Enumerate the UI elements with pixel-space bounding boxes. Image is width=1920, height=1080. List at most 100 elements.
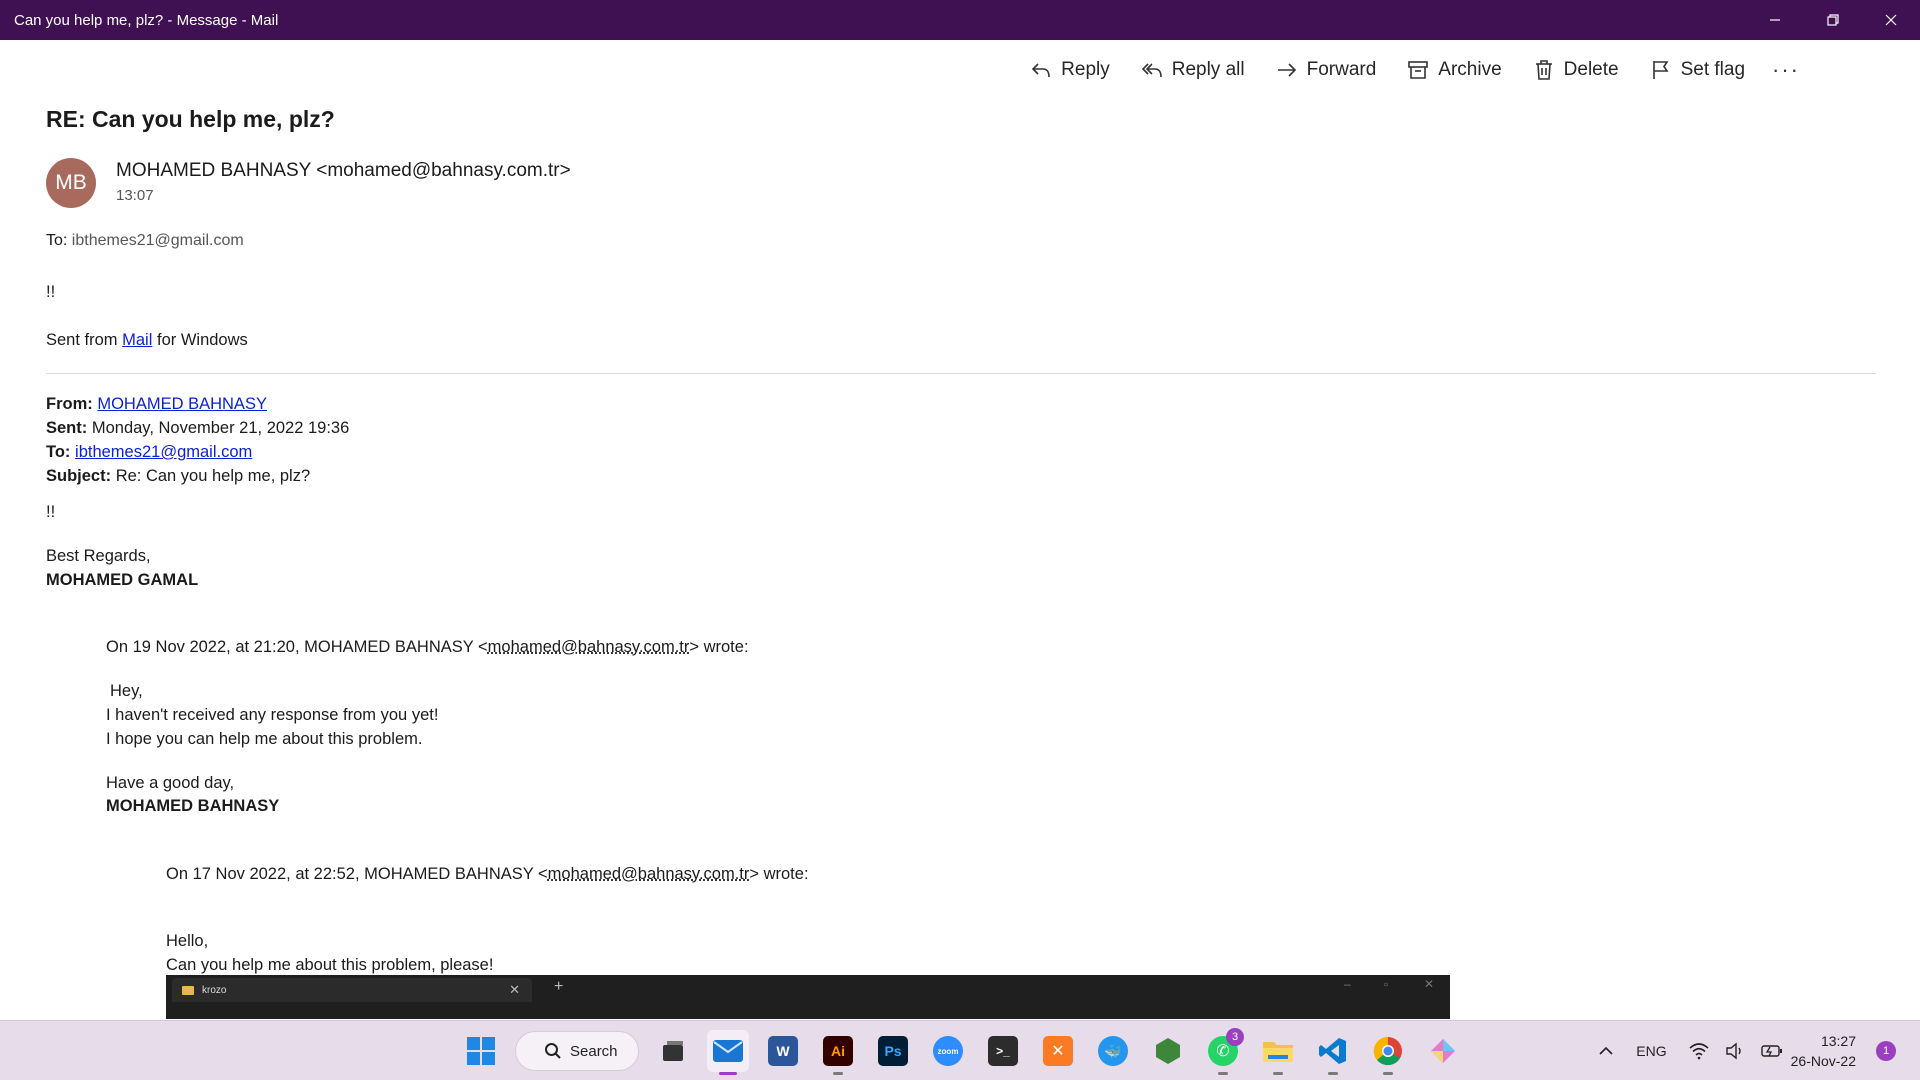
docker-icon: 🐳 — [1098, 1036, 1128, 1066]
sender-name[interactable]: MOHAMED BAHNASY <mohamed@bahnasy.com.tr> — [116, 160, 571, 182]
active-indicator — [719, 1072, 737, 1075]
more-actions-button[interactable]: ··· — [1760, 52, 1812, 88]
mail-app[interactable] — [707, 1030, 749, 1072]
archive-button[interactable]: Archive — [1391, 52, 1516, 88]
quote-email-link[interactable]: mohamed@bahnasy.com.tr — [548, 865, 750, 883]
flag-icon — [1649, 58, 1673, 82]
search-label: Search — [570, 1043, 618, 1060]
volume-button[interactable] — [1717, 1042, 1753, 1060]
show-hidden-icons-button[interactable] — [1590, 1043, 1622, 1059]
illustrator-app[interactable]: Ai — [817, 1030, 859, 1072]
subject-value: Re: Can you help me, plz? — [116, 467, 310, 485]
embedded-tab-label: krozo — [202, 985, 226, 996]
running-indicator — [1273, 1072, 1283, 1075]
running-indicator — [1383, 1072, 1393, 1075]
close-icon: ✕ — [509, 982, 520, 998]
forward-label: Forward — [1307, 59, 1377, 81]
divider — [46, 373, 1876, 374]
mail-icon — [712, 1037, 744, 1065]
word-app[interactable]: W — [762, 1030, 804, 1072]
body-line: Hello, — [166, 929, 208, 953]
reply-icon — [1029, 58, 1053, 82]
archive-label: Archive — [1438, 59, 1501, 81]
quote-header-suffix: > wrote: — [689, 638, 748, 656]
delete-button[interactable]: Delete — [1517, 52, 1634, 88]
language-indicator[interactable]: ENG — [1622, 1043, 1680, 1059]
chrome-app[interactable] — [1367, 1030, 1409, 1072]
diamond-icon — [1428, 1036, 1458, 1066]
quote-email-link[interactable]: mohamed@bahnasy.com.tr — [488, 638, 690, 656]
terminal-app[interactable]: >_ — [982, 1030, 1024, 1072]
restore-icon: ▫ — [1384, 977, 1388, 991]
body-line: !! — [46, 280, 55, 304]
whatsapp-app[interactable]: ✆ 3 — [1202, 1030, 1244, 1072]
reply-label: Reply — [1061, 59, 1110, 81]
restore-icon — [1826, 13, 1840, 27]
gitkraken-app[interactable] — [1422, 1030, 1464, 1072]
from-label: From: — [46, 395, 93, 413]
vscode-app[interactable] — [1312, 1030, 1354, 1072]
reply-all-button[interactable]: Reply all — [1125, 52, 1260, 88]
close-icon — [1884, 13, 1898, 27]
signature: MOHAMED GAMAL — [46, 568, 198, 592]
reply-button[interactable]: Reply — [1014, 52, 1125, 88]
reply-all-icon — [1140, 58, 1164, 82]
zoom-app[interactable]: zoom — [927, 1030, 969, 1072]
xampp-app[interactable]: ✕ — [1037, 1030, 1079, 1072]
illustrator-icon: Ai — [823, 1036, 853, 1066]
photoshop-app[interactable]: Ps — [872, 1030, 914, 1072]
quoted-from-line: From: MOHAMED BAHNASY — [46, 392, 267, 416]
delete-label: Delete — [1564, 59, 1619, 81]
set-flag-label: Set flag — [1681, 59, 1745, 81]
clock-date: 26-Nov-22 — [1791, 1051, 1856, 1071]
restore-button[interactable] — [1804, 0, 1862, 40]
task-view-button[interactable] — [652, 1030, 694, 1072]
taskbar-search[interactable]: Search — [515, 1031, 639, 1071]
recipient-line: To: ibthemes21@gmail.com — [46, 232, 244, 250]
set-flag-button[interactable]: Set flag — [1634, 52, 1760, 88]
task-view-icon — [659, 1037, 687, 1065]
sent-from-line: Sent from Mail for Windows — [46, 328, 248, 352]
recipient-address[interactable]: ibthemes21@gmail.com — [72, 232, 244, 249]
quoted-to-line: To: ibthemes21@gmail.com — [46, 440, 252, 464]
forward-button[interactable]: Forward — [1260, 52, 1392, 88]
window-title: Can you help me, plz? - Message - Mail — [0, 12, 1746, 29]
running-indicator — [833, 1072, 843, 1075]
search-icon — [544, 1042, 562, 1060]
from-link[interactable]: MOHAMED BAHNASY — [97, 395, 267, 413]
clock[interactable]: 13:27 26-Nov-22 — [1791, 1031, 1870, 1071]
body-line: Best Regards, — [46, 544, 151, 568]
wifi-button[interactable] — [1681, 1042, 1717, 1060]
xampp-icon: ✕ — [1043, 1036, 1073, 1066]
minimize-icon: – — [1344, 977, 1351, 991]
vscode-icon — [1318, 1036, 1348, 1066]
notification-center-badge[interactable]: 1 — [1876, 1041, 1896, 1061]
sent-value: Monday, November 21, 2022 19:36 — [92, 419, 349, 437]
minimize-button[interactable] — [1746, 0, 1804, 40]
mail-link[interactable]: Mail — [122, 331, 152, 349]
docker-app[interactable]: 🐳 — [1092, 1030, 1134, 1072]
node-app[interactable] — [1147, 1030, 1189, 1072]
message-toolbar: Reply Reply all Forward Archive Delete S… — [1014, 52, 1812, 88]
avatar: MB — [46, 158, 96, 208]
forward-arrow-icon — [1275, 58, 1299, 82]
subject-label: Subject: — [46, 467, 111, 485]
body-line: !! — [46, 500, 55, 524]
minimize-icon — [1768, 13, 1782, 27]
to-link[interactable]: ibthemes21@gmail.com — [75, 443, 252, 461]
close-icon: ✕ — [1424, 977, 1434, 991]
body-line: Have a good day, — [106, 771, 234, 795]
title-bar: Can you help me, plz? - Message - Mail — [0, 0, 1920, 40]
quote-header: On 19 Nov 2022, at 21:20, MOHAMED BAHNAS… — [106, 635, 749, 659]
terminal-icon: >_ — [988, 1036, 1018, 1066]
file-explorer-app[interactable] — [1257, 1030, 1299, 1072]
quote-header: On 17 Nov 2022, at 22:52, MOHAMED BAHNAS… — [166, 862, 809, 886]
folder-icon — [1262, 1037, 1294, 1065]
quoted-sent-line: Sent: Monday, November 21, 2022 19:36 — [46, 416, 349, 440]
battery-button[interactable] — [1753, 1043, 1791, 1059]
start-button[interactable] — [460, 1030, 502, 1072]
plus-icon: + — [554, 978, 563, 996]
running-indicator — [1328, 1072, 1338, 1075]
close-button[interactable] — [1862, 0, 1920, 40]
body-line: Can you help me about this problem, plea… — [166, 953, 493, 977]
